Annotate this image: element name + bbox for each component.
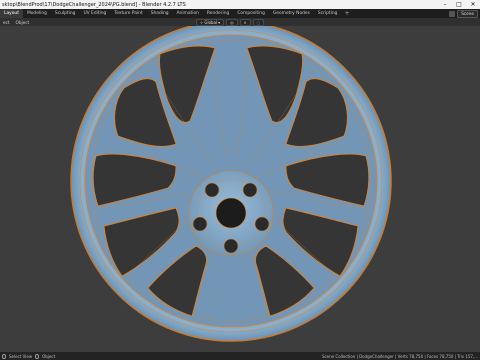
chevron-down-icon: ▾ (218, 20, 221, 25)
status-hint: Select View (9, 353, 33, 359)
close-button[interactable]: ✕ (466, 0, 480, 9)
tab-uv-editing[interactable]: UV Editing (79, 9, 110, 18)
scene-selector[interactable]: Scene (457, 9, 478, 18)
tab-layout[interactable]: Layout (0, 9, 23, 18)
lug-hole (242, 182, 258, 198)
proportional-edit-toggle[interactable]: ◌ (252, 19, 265, 26)
tab-rendering[interactable]: Rendering (203, 9, 233, 18)
3d-viewport[interactable] (0, 20, 480, 352)
tab-modeling[interactable]: Modeling (23, 9, 51, 18)
viewport-header: ect Object ⊹ Global ▾ ◎ ∩ ◌ (0, 18, 480, 26)
status-object: Object (42, 353, 56, 359)
scene-statistics: Scene Collection | DodgeChallenger | Ver… (321, 353, 478, 359)
menu-object[interactable]: Object (13, 20, 33, 25)
tab-shading[interactable]: Shading (147, 9, 173, 18)
mouse-icon (35, 353, 40, 359)
tab-scripting[interactable]: Scripting (314, 9, 342, 18)
wheel-hub (188, 170, 274, 256)
minimize-button[interactable]: – (438, 0, 452, 9)
workspace-tab-bar: Layout Modeling Sculpting UV Editing Tex… (0, 9, 480, 18)
magnet-icon: ∩ (243, 20, 247, 25)
menu-select[interactable]: ect (0, 20, 13, 25)
lug-hole (254, 216, 270, 232)
lug-hole (223, 238, 239, 254)
tab-sculpting[interactable]: Sculpting (51, 9, 80, 18)
snap-toggle[interactable]: ∩ (239, 19, 251, 26)
lug-hole (204, 182, 220, 198)
orientation-icon: ⊹ (200, 20, 204, 25)
center-bore (215, 197, 247, 229)
scene-icon[interactable] (449, 10, 456, 17)
tab-compositing[interactable]: Compositing (233, 9, 269, 18)
transform-orientation-dropdown[interactable]: ⊹ Global ▾ (196, 19, 225, 26)
window-title: sktop\BlendProd\17\DodgeChallenger_2024\… (2, 1, 186, 8)
tab-texture-paint[interactable]: Texture Paint (110, 9, 146, 18)
lug-hole (192, 216, 208, 232)
pivot-point-dropdown[interactable]: ◎ (226, 19, 238, 26)
transform-orientation-label: Global (204, 20, 218, 25)
wheel-mesh (70, 20, 392, 342)
pivot-icon: ◎ (230, 20, 234, 25)
window-controls: – □ ✕ (438, 0, 480, 9)
status-bar: Select View Object Scene Collection | Do… (0, 352, 480, 360)
maximize-button[interactable]: □ (452, 0, 466, 9)
tab-geometry-nodes[interactable]: Geometry Nodes (269, 9, 314, 18)
tab-animation[interactable]: Animation (173, 9, 203, 18)
mouse-icon (2, 353, 6, 359)
proportional-icon: ◌ (256, 20, 261, 25)
add-workspace-button[interactable]: + (341, 10, 352, 17)
window-title-bar: sktop\BlendProd\17\DodgeChallenger_2024\… (0, 0, 480, 9)
